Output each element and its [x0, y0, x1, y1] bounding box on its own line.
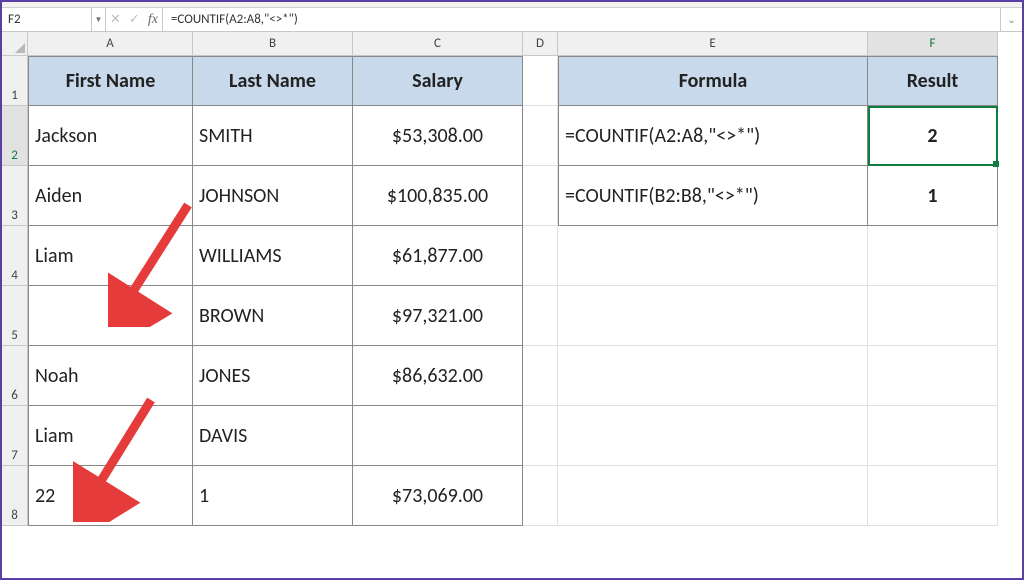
- cell-last-name[interactable]: WILLIAMS: [193, 226, 353, 286]
- formula-bar-expand[interactable]: ⌄: [1000, 8, 1022, 31]
- cell-first-name[interactable]: Liam: [28, 406, 193, 466]
- cell-first-name[interactable]: Noah: [28, 346, 193, 406]
- name-box-dropdown[interactable]: ▼: [92, 8, 106, 31]
- cell-salary[interactable]: $86,632.00: [353, 346, 523, 406]
- cell-result[interactable]: 1: [868, 166, 998, 226]
- fx-icon[interactable]: fx: [148, 12, 158, 28]
- table-row: Liam WILLIAMS $61,877.00: [28, 226, 998, 286]
- formula-input[interactable]: =COUNTIF(A2:A8,"<>*"): [163, 12, 1000, 27]
- table-row: First Name Last Name Salary Formula Resu…: [28, 56, 998, 106]
- col-header-E[interactable]: E: [558, 32, 868, 56]
- select-all-corner[interactable]: [2, 32, 28, 56]
- col-header-D[interactable]: D: [523, 32, 558, 56]
- cancel-icon[interactable]: ✕: [110, 12, 121, 27]
- row-header-4[interactable]: 4: [2, 226, 28, 286]
- cell-D3[interactable]: [523, 166, 558, 226]
- row-header-6[interactable]: 6: [2, 346, 28, 406]
- spreadsheet-grid: 1 2 3 4 5 6 7 8 A B C D E F First Name L…: [2, 32, 1022, 578]
- header-salary[interactable]: Salary: [353, 56, 523, 106]
- table-row: BROWN $97,321.00: [28, 286, 998, 346]
- row-header-1[interactable]: 1: [2, 56, 28, 106]
- cell-salary[interactable]: $100,835.00: [353, 166, 523, 226]
- cell-last-name[interactable]: 1: [193, 466, 353, 526]
- table-row: 22 1 $73,069.00: [28, 466, 998, 526]
- cell-salary[interactable]: [353, 406, 523, 466]
- cell-E4[interactable]: [558, 226, 868, 286]
- row-header-8[interactable]: 8: [2, 466, 28, 526]
- cell-salary[interactable]: $97,321.00: [353, 286, 523, 346]
- table-row: Noah JONES $86,632.00: [28, 346, 998, 406]
- cell-result[interactable]: 2: [868, 106, 998, 166]
- header-result[interactable]: Result: [868, 56, 998, 106]
- name-box[interactable]: F2: [2, 8, 92, 31]
- cell-last-name[interactable]: BROWN: [193, 286, 353, 346]
- confirm-icon[interactable]: ✓: [129, 12, 140, 27]
- cell-last-name[interactable]: JONES: [193, 346, 353, 406]
- header-first-name[interactable]: First Name: [28, 56, 193, 106]
- cell-salary[interactable]: $53,308.00: [353, 106, 523, 166]
- cell-E5[interactable]: [558, 286, 868, 346]
- cell-D1[interactable]: [523, 56, 558, 106]
- row-header-7[interactable]: 7: [2, 406, 28, 466]
- formula-bar-controls: ✕ ✓ fx: [106, 8, 163, 31]
- cells-area: A B C D E F First Name Last Name Salary …: [28, 32, 998, 578]
- cell-E7[interactable]: [558, 406, 868, 466]
- cell-D4[interactable]: [523, 226, 558, 286]
- cell-F4[interactable]: [868, 226, 998, 286]
- cell-first-name[interactable]: [28, 286, 193, 346]
- cell-salary[interactable]: $73,069.00: [353, 466, 523, 526]
- col-header-B[interactable]: B: [193, 32, 353, 56]
- table-row: Jackson SMITH $53,308.00 =COUNTIF(A2:A8,…: [28, 106, 998, 166]
- col-header-C[interactable]: C: [353, 32, 523, 56]
- row-headers-column: 1 2 3 4 5 6 7 8: [2, 32, 28, 578]
- cell-salary[interactable]: $61,877.00: [353, 226, 523, 286]
- cell-first-name[interactable]: Jackson: [28, 106, 193, 166]
- cell-E8[interactable]: [558, 466, 868, 526]
- column-headers: A B C D E F: [28, 32, 998, 56]
- cell-formula[interactable]: =COUNTIF(B2:B8,"<>*"): [558, 166, 868, 226]
- cell-last-name[interactable]: SMITH: [193, 106, 353, 166]
- table-row: Aiden JOHNSON $100,835.00 =COUNTIF(B2:B8…: [28, 166, 998, 226]
- row-header-5[interactable]: 5: [2, 286, 28, 346]
- header-last-name[interactable]: Last Name: [193, 56, 353, 106]
- cell-first-name[interactable]: 22: [28, 466, 193, 526]
- row-header-2[interactable]: 2: [2, 106, 28, 166]
- formula-bar: F2 ▼ ✕ ✓ fx =COUNTIF(A2:A8,"<>*") ⌄: [2, 8, 1022, 32]
- cell-D8[interactable]: [523, 466, 558, 526]
- cell-F6[interactable]: [868, 346, 998, 406]
- cell-D7[interactable]: [523, 406, 558, 466]
- cell-F5[interactable]: [868, 286, 998, 346]
- cell-formula[interactable]: =COUNTIF(A2:A8,"<>*"): [558, 106, 868, 166]
- row-header-3[interactable]: 3: [2, 166, 28, 226]
- cell-D5[interactable]: [523, 286, 558, 346]
- cell-D6[interactable]: [523, 346, 558, 406]
- header-formula[interactable]: Formula: [558, 56, 868, 106]
- col-header-F[interactable]: F: [868, 32, 998, 56]
- cell-E6[interactable]: [558, 346, 868, 406]
- cell-first-name[interactable]: Liam: [28, 226, 193, 286]
- cell-last-name[interactable]: JOHNSON: [193, 166, 353, 226]
- cell-last-name[interactable]: DAVIS: [193, 406, 353, 466]
- col-header-A[interactable]: A: [28, 32, 193, 56]
- cell-first-name[interactable]: Aiden: [28, 166, 193, 226]
- table-row: Liam DAVIS: [28, 406, 998, 466]
- cell-D2[interactable]: [523, 106, 558, 166]
- cell-F8[interactable]: [868, 466, 998, 526]
- cell-F7[interactable]: [868, 406, 998, 466]
